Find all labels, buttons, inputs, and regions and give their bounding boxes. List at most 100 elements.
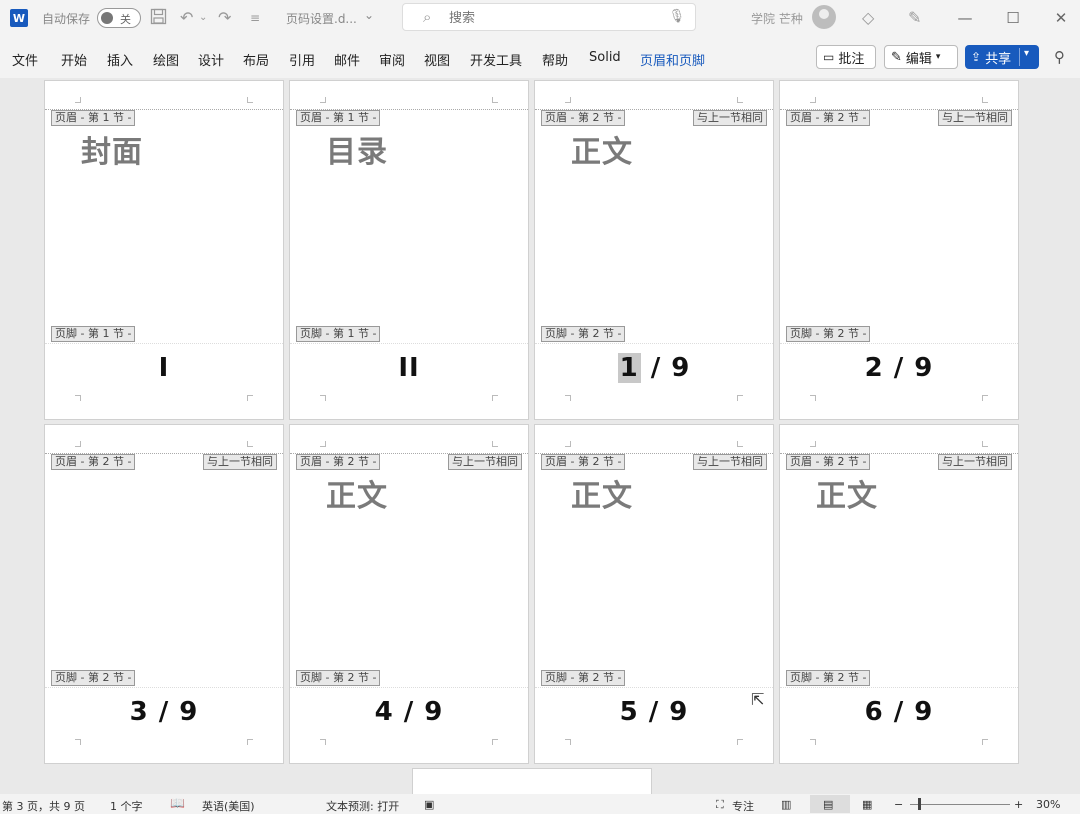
same-as-previous-tag: 与上一节相同 xyxy=(938,454,1012,470)
crop-mark xyxy=(810,739,816,745)
tab-home[interactable]: 开始 xyxy=(61,50,87,69)
zoom-level[interactable]: 30% xyxy=(1036,798,1060,811)
tab-references[interactable]: 引用 xyxy=(289,50,315,69)
footer-boundary xyxy=(45,343,283,344)
zoom-in-button[interactable]: + xyxy=(1014,798,1023,811)
proofing-icon[interactable]: 📖 xyxy=(170,796,185,810)
chevron-down-icon[interactable]: ▾ xyxy=(1024,48,1029,59)
focus-label[interactable]: 专注 xyxy=(732,798,754,814)
crop-mark xyxy=(492,395,498,401)
crop-mark xyxy=(737,97,743,103)
zoom-slider[interactable] xyxy=(910,804,1010,805)
footer-boundary xyxy=(45,687,283,688)
edit-label: 编辑 xyxy=(905,51,932,67)
language[interactable]: 英语(美国) xyxy=(202,798,255,814)
microphone-icon[interactable]: 🎙 xyxy=(668,9,685,24)
page-title: 正文 xyxy=(816,479,878,514)
page-6[interactable]: 页眉 - 第 2 节 - 与上一节相同 正文 页脚 - 第 2 节 - 4 / … xyxy=(289,424,529,764)
tab-header-footer[interactable]: 页眉和页脚 xyxy=(640,50,705,69)
tab-developer[interactable]: 开发工具 xyxy=(470,50,522,69)
tab-mailings[interactable]: 邮件 xyxy=(334,50,360,69)
copilot-icon[interactable]: ⚲ xyxy=(1054,48,1065,66)
tab-solid[interactable]: Solid xyxy=(589,50,621,65)
tab-view[interactable]: 视图 xyxy=(424,50,450,69)
maximize-icon[interactable]: ☐ xyxy=(998,6,1028,30)
page-number[interactable]: II xyxy=(290,353,528,383)
header-tag: 页眉 - 第 1 节 - xyxy=(296,110,381,126)
crop-mark xyxy=(247,97,253,103)
search-input[interactable] xyxy=(449,8,649,28)
pen-icon[interactable]: ✎ xyxy=(908,8,921,27)
minimize-icon[interactable]: — xyxy=(950,6,980,30)
document-name[interactable]: 页码设置.d... xyxy=(286,10,357,27)
text-prediction[interactable]: 文本预测: 打开 xyxy=(326,798,399,814)
header-tag: 页眉 - 第 2 节 - xyxy=(541,454,626,470)
page-number[interactable]: 5 / 9 xyxy=(535,697,773,727)
toggle-knob xyxy=(101,12,113,24)
user-name[interactable]: 学院 芒种 xyxy=(751,10,803,27)
page-8[interactable]: 页眉 - 第 2 节 - 与上一节相同 正文 页脚 - 第 2 节 - 6 / … xyxy=(779,424,1019,764)
diamond-icon[interactable]: ◇ xyxy=(862,8,874,27)
page-info[interactable]: 第 3 页，共 9 页 xyxy=(2,798,85,814)
page-9-partial[interactable] xyxy=(412,768,652,794)
page-number[interactable]: I xyxy=(45,353,283,383)
crop-mark xyxy=(320,441,326,447)
chevron-down-icon[interactable]: ⌄ xyxy=(364,8,374,22)
share-divider xyxy=(1019,48,1020,66)
print-layout-icon[interactable]: ▤ xyxy=(823,798,833,811)
page-number[interactable]: 6 / 9 xyxy=(780,697,1018,727)
share-button[interactable]: ⇪ 共享 ▾ xyxy=(965,45,1039,69)
crop-mark xyxy=(320,97,326,103)
tab-design[interactable]: 设计 xyxy=(198,50,224,69)
selected-page-field[interactable]: 1 xyxy=(617,353,641,383)
page-7[interactable]: 页眉 - 第 2 节 - 与上一节相同 正文 页脚 - 第 2 节 - 5 / … xyxy=(534,424,774,764)
autosave-toggle[interactable]: 关 xyxy=(97,8,141,28)
tab-help[interactable]: 帮助 xyxy=(542,50,568,69)
page-1[interactable]: 页眉 - 第 1 节 - 封面 页脚 - 第 1 节 - I xyxy=(44,80,284,420)
page-number[interactable]: 4 / 9 xyxy=(290,697,528,727)
page-5[interactable]: 页眉 - 第 2 节 - 与上一节相同 页脚 - 第 2 节 - 3 / 9 xyxy=(44,424,284,764)
tab-file[interactable]: 文件 xyxy=(12,50,38,69)
chevron-down-icon: ▾ xyxy=(935,52,941,62)
footer-tag: 页脚 - 第 2 节 - xyxy=(541,670,626,686)
zoom-out-button[interactable]: − xyxy=(894,798,903,811)
ribbon-menu: 文件 开始 插入 绘图 设计 布局 引用 邮件 审阅 视图 开发工具 帮助 So… xyxy=(0,36,1080,78)
share-label: 共享 xyxy=(985,51,1012,67)
page-number[interactable]: 1 / 9 xyxy=(535,353,773,383)
web-layout-icon[interactable]: ▦ xyxy=(862,798,872,811)
page-number[interactable]: 3 / 9 xyxy=(45,697,283,727)
crop-mark xyxy=(565,395,571,401)
edit-button[interactable]: ✎ 编辑 ▾ xyxy=(884,45,958,69)
redo-icon[interactable]: ↷ xyxy=(218,8,231,27)
tab-draw[interactable]: 绘图 xyxy=(153,50,179,69)
close-icon[interactable]: ✕ xyxy=(1046,6,1076,30)
footer-boundary xyxy=(535,687,773,688)
avatar[interactable] xyxy=(812,5,836,29)
page-3[interactable]: 页眉 - 第 2 节 - 与上一节相同 正文 页脚 - 第 2 节 - 1 / … xyxy=(534,80,774,420)
crop-mark xyxy=(982,395,988,401)
comment-button[interactable]: ▭ 批注 xyxy=(816,45,876,69)
undo-icon[interactable]: ↶ xyxy=(180,8,193,27)
search-icon: ⌕ xyxy=(423,8,432,26)
customize-toolbar-icon[interactable]: ≡ xyxy=(250,11,260,25)
accessibility-icon[interactable]: ▣ xyxy=(424,798,434,811)
document-area[interactable]: 页眉 - 第 1 节 - 封面 页脚 - 第 1 节 - I 页眉 - 第 1 … xyxy=(0,78,1080,794)
save-icon[interactable] xyxy=(150,8,167,29)
focus-icon[interactable]: ⛶ xyxy=(716,798,724,812)
read-mode-icon[interactable]: ▥ xyxy=(781,798,791,811)
zoom-slider-thumb[interactable] xyxy=(918,798,921,810)
footer-boundary xyxy=(535,343,773,344)
page-4[interactable]: 页眉 - 第 2 节 - 与上一节相同 页脚 - 第 2 节 - 2 / 9 xyxy=(779,80,1019,420)
page-number[interactable]: 2 / 9 xyxy=(780,353,1018,383)
undo-dropdown-icon[interactable]: ⌄ xyxy=(199,12,207,23)
page-title: 正文 xyxy=(571,135,633,170)
search-box[interactable]: ⌕ 🎙 xyxy=(402,3,696,31)
tab-review[interactable]: 审阅 xyxy=(379,50,405,69)
word-count[interactable]: 1 个字 xyxy=(110,798,143,814)
tab-insert[interactable]: 插入 xyxy=(107,50,133,69)
page-2[interactable]: 页眉 - 第 1 节 - 目录 页脚 - 第 1 节 - II xyxy=(289,80,529,420)
tab-layout[interactable]: 布局 xyxy=(243,50,269,69)
crop-mark xyxy=(75,739,81,745)
footer-tag: 页脚 - 第 2 节 - xyxy=(51,670,136,686)
autosave-label: 自动保存 xyxy=(42,12,91,26)
